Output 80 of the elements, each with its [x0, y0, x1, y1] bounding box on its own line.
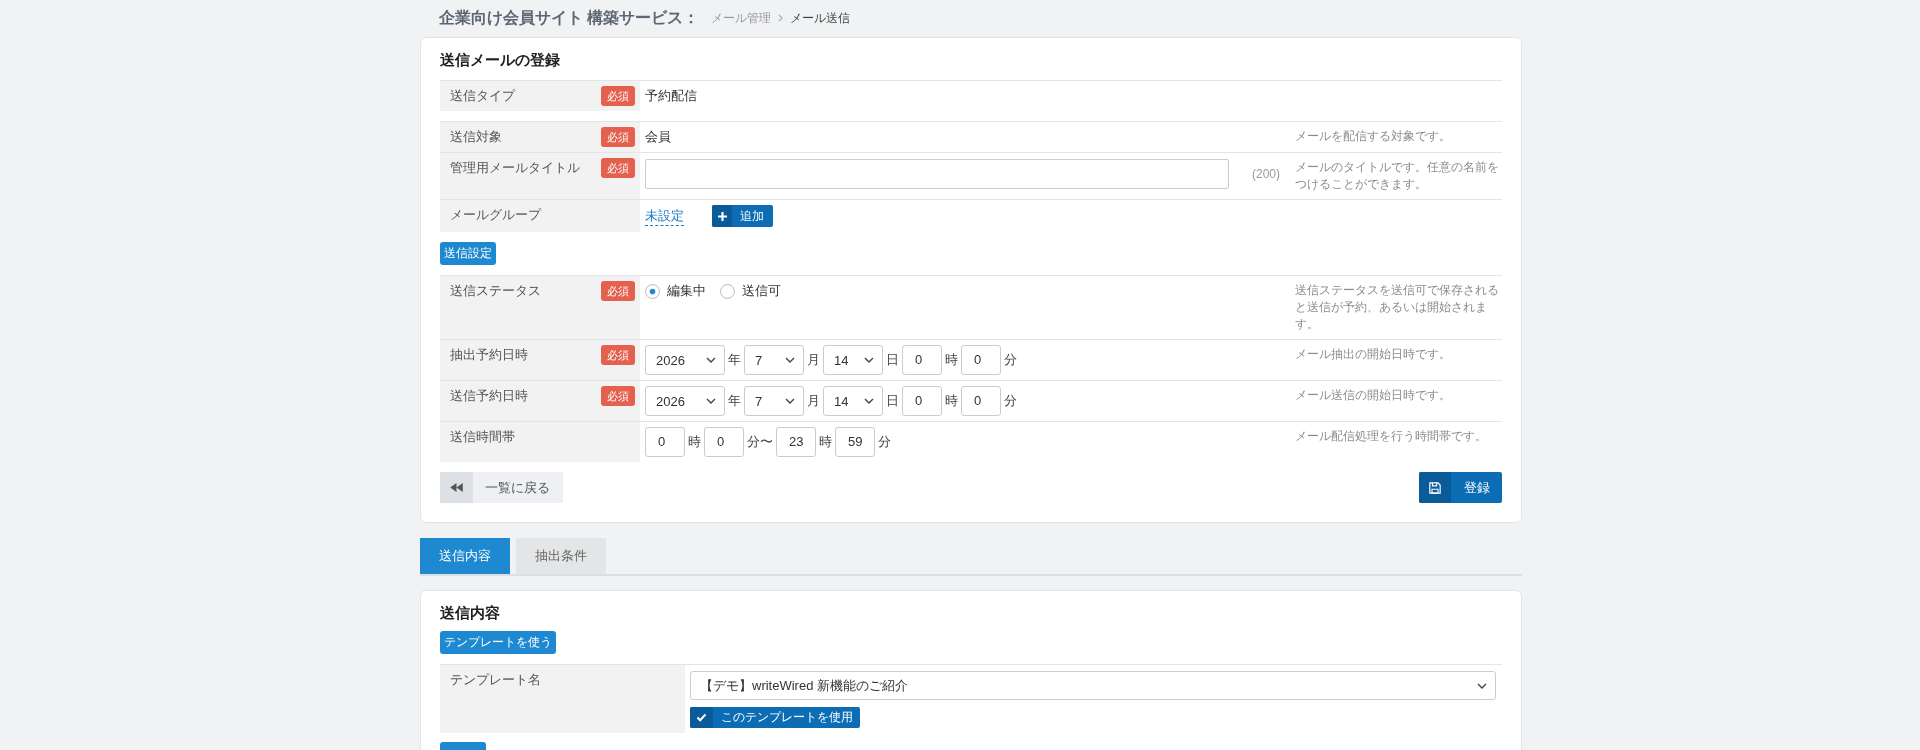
field-label: テンプレート名: [450, 671, 541, 689]
field-label: 送信タイプ: [450, 87, 515, 105]
chevron-down-icon: [785, 398, 795, 404]
radio-option[interactable]: 送信可: [720, 282, 781, 300]
field-label: 抽出予約日時: [450, 346, 528, 364]
select-field[interactable]: 7: [744, 386, 804, 416]
tab[interactable]: 送信内容: [420, 538, 510, 574]
breadcrumb-current: メール送信: [790, 9, 851, 27]
unit-label: 時: [819, 433, 832, 451]
unit-label: 時: [945, 392, 958, 410]
chevron-down-icon: [864, 357, 874, 363]
field-label: 送信対象: [450, 128, 502, 146]
card-title: 送信メールの登録: [440, 50, 560, 70]
number-input[interactable]: 0: [645, 427, 685, 457]
field-label: 送信時間帯: [450, 428, 515, 446]
select-field[interactable]: 2026: [645, 386, 725, 416]
field-label: 送信予約日時: [450, 387, 528, 405]
radio-option[interactable]: 編集中: [645, 282, 706, 300]
select-field[interactable]: 14: [823, 386, 883, 416]
plus-icon: [717, 211, 727, 221]
chevron-down-icon: [706, 357, 716, 363]
select-field[interactable]: 7: [744, 345, 804, 375]
template-select[interactable]: 【デモ】writeWired 新機能のご紹介: [690, 671, 1496, 700]
number-input[interactable]: 0: [961, 386, 1001, 416]
chevron-down-icon: [785, 357, 795, 363]
number-input[interactable]: 23: [776, 427, 816, 457]
template-button[interactable]: テンプレートを使う: [440, 631, 556, 654]
section-button[interactable]: 送信設定: [440, 242, 496, 265]
chevron-right-icon: [778, 14, 784, 22]
field-description: 送信ステータスを送信可で保存されると送信が予約、あるいは開始されます。: [1295, 283, 1499, 331]
field-description: メールを配信する対象です。: [1295, 129, 1451, 143]
character-count: (200): [1252, 166, 1280, 183]
site-title: 企業向け会員サイト 構築サービス：: [439, 7, 700, 28]
field-label: 送信ステータス: [450, 282, 541, 300]
field-description: メール配信処理を行う時間帯です。: [1295, 429, 1487, 443]
required-badge: 必須: [601, 386, 635, 406]
select-field[interactable]: 14: [823, 345, 883, 375]
back-button[interactable]: 一覧に戻る: [440, 472, 563, 503]
required-badge: 必須: [601, 127, 635, 147]
required-badge: 必須: [601, 345, 635, 365]
unit-label: 月: [807, 392, 820, 410]
unit-label: 年: [728, 351, 741, 369]
field-value: 予約配信: [645, 87, 697, 105]
chevron-down-icon: [1477, 682, 1487, 689]
required-badge: 必須: [601, 86, 635, 106]
select-field[interactable]: 2026: [645, 345, 725, 375]
field-description: メールのタイトルです。任意の名前をつけることができます。: [1295, 160, 1499, 191]
unit-label: 分: [1004, 351, 1017, 369]
number-input[interactable]: 0: [902, 386, 942, 416]
unit-label: 時: [688, 433, 701, 451]
unit-label: 分〜: [747, 433, 773, 451]
apply-button[interactable]: このテンプレートを使用: [690, 707, 860, 728]
unit-label: 日: [886, 392, 899, 410]
save-button[interactable]: 登録: [1419, 472, 1502, 503]
field-label: 管理用メールタイトル: [450, 159, 580, 177]
unit-label: 日: [886, 351, 899, 369]
chevron-down-icon: [864, 398, 874, 404]
required-badge: 必須: [601, 281, 635, 301]
field-description: メール送信の開始日時です。: [1295, 388, 1451, 402]
add-button[interactable]: 追加: [712, 205, 773, 227]
check-icon: [696, 713, 707, 722]
number-input[interactable]: 59: [835, 427, 875, 457]
tab[interactable]: 抽出条件: [516, 538, 606, 574]
field-value: 会員: [645, 128, 671, 146]
group-link[interactable]: 未設定: [645, 206, 684, 226]
unit-label: 月: [807, 351, 820, 369]
chevron-down-icon: [706, 398, 716, 404]
number-input[interactable]: 0: [961, 345, 1001, 375]
field-description: メール抽出の開始日時です。: [1295, 347, 1451, 361]
rewind-icon: [450, 483, 463, 492]
card-title: 送信内容: [440, 603, 500, 623]
unit-label: 分: [878, 433, 891, 451]
field-label: メールグループ: [450, 206, 541, 224]
unit-label: 時: [945, 351, 958, 369]
unit-label: 分: [1004, 392, 1017, 410]
required-badge: 必須: [601, 158, 635, 178]
unit-label: 年: [728, 392, 741, 410]
number-input[interactable]: 0: [704, 427, 744, 457]
text-input[interactable]: [645, 159, 1229, 189]
number-input[interactable]: 0: [902, 345, 942, 375]
